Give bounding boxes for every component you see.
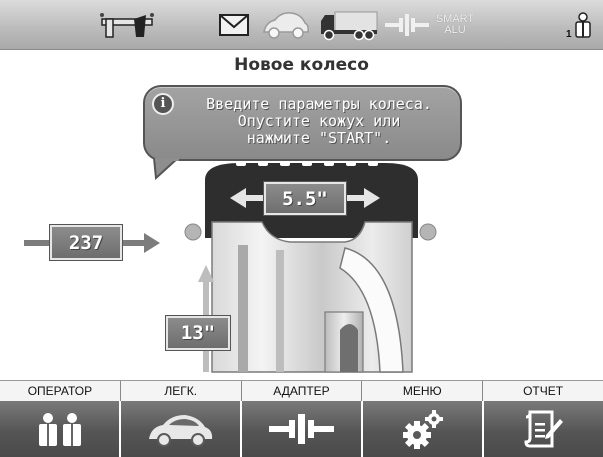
label-operator: ОПЕРАТОР (0, 381, 121, 401)
left-dot (184, 223, 202, 241)
rim-offset-value[interactable]: 237 (49, 224, 123, 261)
info-message-text: Введите параметры колеса. Опустите кожух… (206, 95, 432, 147)
offset-arrow-head (144, 233, 160, 253)
bubble-tail (152, 158, 180, 180)
rim-groove-left (238, 245, 248, 372)
hub-spoke (340, 324, 358, 372)
label-adapter: АДАПТЕР (242, 381, 363, 401)
offset-arrow-shaft (122, 240, 146, 246)
info-icon: i (152, 93, 174, 115)
label-report: ОТЧЕТ (523, 384, 564, 398)
operators-icon (38, 413, 81, 446)
rim-diameter-value[interactable]: 13" (165, 315, 231, 351)
report-button[interactable] (484, 401, 603, 457)
offset-line (24, 240, 52, 246)
report-icon (523, 410, 563, 448)
label-menu: МЕНЮ (362, 381, 484, 401)
function-key-labels: ОПЕРАТОР ЛЕГК. АДАПТЕР МЕНЮ ОТЧЕТ (0, 380, 603, 401)
operator-button[interactable] (0, 401, 121, 457)
adapter-icon (268, 414, 334, 444)
menu-button[interactable] (363, 401, 484, 457)
car-icon (148, 415, 212, 447)
car-mode-button[interactable] (121, 401, 242, 457)
rim-groove-mid (276, 250, 284, 372)
gears-icon (402, 410, 443, 449)
info-message-bubble: i Введите параметры колеса. Опустите кож… (143, 85, 462, 161)
right-dot (419, 223, 437, 241)
adapter-button[interactable] (242, 401, 363, 457)
function-key-bar (0, 401, 603, 457)
label-car: ЛЕГК. (121, 381, 242, 401)
rim-width-value[interactable]: 5.5" (263, 181, 347, 216)
